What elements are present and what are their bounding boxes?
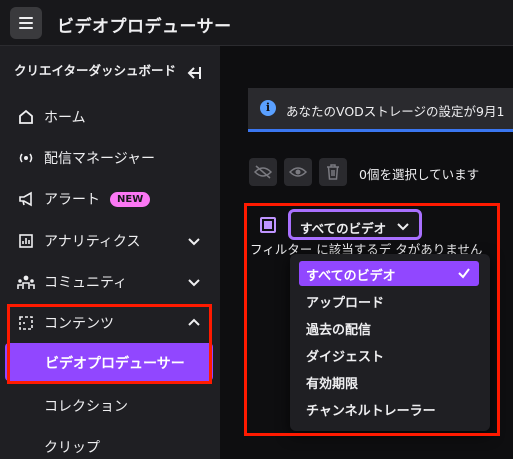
option-label: 有効期限 xyxy=(306,377,359,392)
sidebar-subitem-collections[interactable]: コレクション xyxy=(44,396,128,416)
filter-select-label: すべてのビデオ xyxy=(300,221,387,236)
page-title: ビデオプロデューサー xyxy=(57,17,232,37)
sidebar-item-community[interactable]: コミュニティ xyxy=(0,263,220,301)
filter-select[interactable]: すべてのビデオ xyxy=(288,209,422,240)
info-banner: i あなたのVODストレージの設定が9月1 xyxy=(248,88,513,132)
option-label: 過去の配信 xyxy=(306,323,372,338)
content-icon xyxy=(16,313,36,333)
chevron-down-icon xyxy=(188,279,200,287)
sidebar-subitem-video-producer[interactable]: ビデオプロデューサー xyxy=(5,343,213,381)
filter-option-uploads[interactable]: アップロード xyxy=(299,288,479,313)
sidebar-item-home[interactable]: ホーム xyxy=(0,98,220,136)
filter-option-expiring[interactable]: 有効期限 xyxy=(299,369,479,394)
sidebar: クリエイターダッシュボード ホーム 配信マネージャー アラート NEW アナリテ… xyxy=(0,46,220,459)
trash-icon xyxy=(327,164,339,180)
sidebar-item-content[interactable]: コンテンツ xyxy=(0,304,220,342)
filter-option-past-broadcasts[interactable]: 過去の配信 xyxy=(299,315,479,340)
filter-option-highlights[interactable]: ダイジェスト xyxy=(299,342,479,367)
delete-button[interactable] xyxy=(319,158,347,186)
select-all-checkbox[interactable] xyxy=(260,217,276,233)
option-label: ダイジェスト xyxy=(306,350,385,365)
top-bar: ビデオプロデューサー xyxy=(0,0,513,46)
check-icon xyxy=(458,268,470,279)
chevron-down-icon xyxy=(188,238,200,246)
hide-button[interactable] xyxy=(249,158,277,186)
sidebar-item-analytics[interactable]: アナリティクス xyxy=(0,222,220,260)
sidebar-subitem-label: ビデオプロデューサー xyxy=(45,356,185,372)
sidebar-header: クリエイターダッシュボード xyxy=(14,63,177,78)
sidebar-item-label: コンテンツ xyxy=(44,316,114,332)
megaphone-icon xyxy=(16,189,36,209)
eye-off-icon xyxy=(254,165,272,179)
collapse-sidebar-icon[interactable] xyxy=(186,66,202,80)
analytics-icon xyxy=(16,231,36,251)
filter-dropdown: すべてのビデオ アップロード 過去の配信 ダイジェスト 有効期限 チャンネルトレ… xyxy=(290,254,490,431)
info-icon: i xyxy=(260,100,276,116)
show-button[interactable] xyxy=(284,158,312,186)
new-badge: NEW xyxy=(110,191,151,207)
community-icon xyxy=(16,272,36,292)
option-label: すべてのビデオ xyxy=(306,269,396,284)
chevron-up-icon xyxy=(188,318,200,326)
sidebar-item-alerts[interactable]: アラート NEW xyxy=(0,180,220,218)
hamburger-menu-button[interactable] xyxy=(10,7,42,39)
home-icon xyxy=(16,107,36,127)
selection-count: 0個を選択しています xyxy=(359,167,480,182)
banner-text: あなたのVODストレージの設定が9月1 xyxy=(286,104,505,119)
sidebar-item-label: コミュニティ xyxy=(44,275,128,291)
chevron-down-icon xyxy=(397,223,409,231)
sidebar-subitem-clips[interactable]: クリップ xyxy=(44,437,100,457)
broadcast-icon xyxy=(16,148,36,168)
sidebar-item-label: アラート xyxy=(44,192,100,208)
option-label: アップロード xyxy=(306,296,385,311)
sidebar-item-label: 配信マネージャー xyxy=(44,151,156,167)
eye-icon xyxy=(289,167,307,177)
filter-option-channel-trailer[interactable]: チャンネルトレーラー xyxy=(299,396,479,421)
sidebar-item-label: アナリティクス xyxy=(44,234,141,250)
filter-option-all[interactable]: すべてのビデオ xyxy=(299,261,479,286)
sidebar-item-label: ホーム xyxy=(44,110,86,126)
option-label: チャンネルトレーラー xyxy=(306,404,436,419)
menu-icon xyxy=(19,17,33,29)
sidebar-item-stream-manager[interactable]: 配信マネージャー xyxy=(0,139,220,177)
